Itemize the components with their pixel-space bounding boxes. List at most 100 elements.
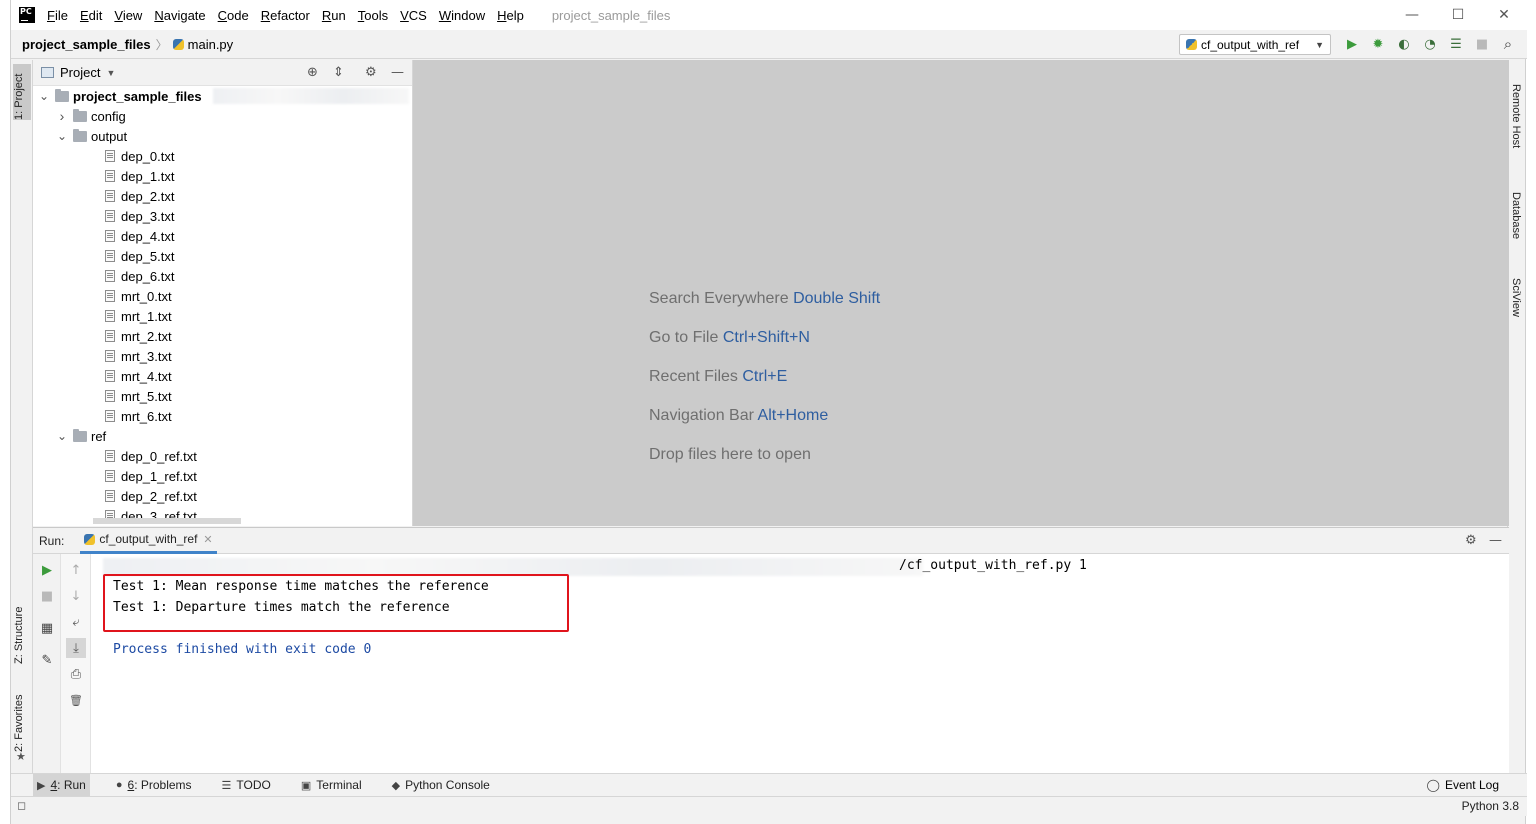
- search-everywhere-button[interactable]: ⌕: [1500, 35, 1516, 53]
- profile-button[interactable]: ◔: [1422, 36, 1438, 52]
- clear-all-button[interactable]: 🗑: [68, 692, 84, 708]
- close-button[interactable]: ✕: [1481, 0, 1527, 30]
- text-file-icon: [105, 210, 115, 222]
- stop-button[interactable]: ■: [1474, 36, 1490, 52]
- hint-drop-files: Drop files here to open: [649, 446, 811, 464]
- tree-file[interactable]: mrt_5.txt: [33, 386, 403, 406]
- bug-icon: ✹: [1372, 36, 1384, 52]
- rerun-button[interactable]: ▶: [39, 562, 55, 578]
- tree-item-label: dep_5.txt: [121, 248, 175, 264]
- run-button[interactable]: ▶: [1344, 36, 1360, 52]
- locate-icon[interactable]: ⊕: [307, 65, 318, 80]
- tree-folder-config[interactable]: › config: [33, 106, 403, 126]
- debug-button[interactable]: ✹: [1370, 36, 1386, 52]
- menu-item-edit[interactable]: Edit: [80, 8, 102, 23]
- run-configuration-select[interactable]: cf_output_with_ref ▼: [1179, 34, 1331, 55]
- minimize-button[interactable]: —: [1389, 0, 1435, 30]
- tab-sciview[interactable]: SciView: [1510, 278, 1522, 328]
- chevron-down-icon[interactable]: ⌄: [39, 89, 49, 103]
- tab-structure[interactable]: Z: Structure: [13, 582, 25, 664]
- window-controls: — ☐ ✕: [1389, 0, 1527, 30]
- close-icon: ✕: [1498, 7, 1510, 23]
- tree-file[interactable]: mrt_2.txt: [33, 326, 403, 346]
- soft-wrap-button[interactable]: ⤶: [68, 614, 84, 630]
- tree-file[interactable]: mrt_4.txt: [33, 366, 403, 386]
- tree-file[interactable]: mrt_0.txt: [33, 286, 403, 306]
- tool-window-mnemonic: 4: [50, 778, 58, 792]
- tool-windows-toggle-icon[interactable]: ◻: [17, 799, 26, 812]
- menu-item-run[interactable]: Run: [322, 8, 346, 23]
- tool-window-todo[interactable]: ☰ TODO: [218, 774, 275, 797]
- tab-remote-host[interactable]: Remote Host: [1510, 84, 1522, 164]
- tree-file[interactable]: mrt_6.txt: [33, 406, 403, 426]
- gear-icon[interactable]: ⚙: [365, 65, 377, 80]
- menu-item-code[interactable]: Code: [218, 8, 249, 23]
- chevron-right-icon[interactable]: ›: [57, 108, 67, 124]
- tree-item-label: dep_2_ref.txt: [121, 488, 197, 504]
- previous-occurrence-button[interactable]: ↑: [68, 562, 84, 578]
- close-icon[interactable]: ✕: [203, 533, 212, 546]
- tree-file[interactable]: dep_0_ref.txt: [33, 446, 403, 466]
- text-file-icon: [105, 170, 115, 182]
- next-occurrence-button[interactable]: ↓: [68, 588, 84, 604]
- python-icon: [84, 533, 96, 545]
- event-log-button[interactable]: ◯ Event Log: [1427, 778, 1499, 792]
- maximize-button[interactable]: ☐: [1435, 0, 1481, 30]
- menu-item-help[interactable]: Help: [497, 8, 524, 23]
- menu-item-navigate[interactable]: Navigate: [154, 8, 205, 23]
- layout-button[interactable]: ▦: [39, 620, 55, 636]
- tree-file[interactable]: dep_5.txt: [33, 246, 403, 266]
- tree-file[interactable]: dep_1_ref.txt: [33, 466, 403, 486]
- hide-panel-icon[interactable]: —: [391, 65, 404, 80]
- tree-item-label: dep_0.txt: [121, 148, 175, 164]
- chevron-down-icon[interactable]: ⌄: [57, 429, 67, 443]
- menu-item-vcs[interactable]: VCS: [400, 8, 427, 23]
- print-button[interactable]: ⎙: [68, 666, 84, 682]
- collapse-all-icon[interactable]: ⇕: [333, 65, 344, 80]
- tab-project[interactable]: 1: Project: [13, 64, 31, 120]
- menu-item-refactor[interactable]: Refactor: [261, 8, 310, 23]
- breadcrumb-project[interactable]: project_sample_files: [22, 37, 151, 52]
- tree-file[interactable]: dep_2.txt: [33, 186, 403, 206]
- tree-file[interactable]: dep_1.txt: [33, 166, 403, 186]
- text-file-icon: [105, 190, 115, 202]
- breadcrumb-file[interactable]: main.py: [172, 37, 233, 52]
- tab-favorites[interactable]: 2: Favorites: [13, 682, 25, 752]
- tree-folder-ref[interactable]: ⌄ ref: [33, 426, 403, 446]
- project-tree-horizontal-scrollbar[interactable]: [93, 518, 241, 524]
- tree-file[interactable]: mrt_3.txt: [33, 346, 403, 366]
- menu-label: ode: [227, 7, 249, 23]
- chevron-down-icon[interactable]: ⌄: [57, 129, 67, 143]
- scroll-to-end-button[interactable]: ⤓: [66, 638, 86, 658]
- tab-database[interactable]: Database: [1510, 192, 1522, 252]
- tool-window-run[interactable]: ▶ 4: Run: [33, 773, 90, 797]
- text-file-icon: [105, 250, 115, 262]
- tree-folder-output[interactable]: ⌄ output: [33, 126, 403, 146]
- tool-window-terminal[interactable]: ▣ Terminal: [297, 774, 366, 797]
- hide-panel-icon[interactable]: —: [1489, 533, 1502, 548]
- menu-item-tools[interactable]: Tools: [358, 8, 388, 23]
- tree-file[interactable]: dep_4.txt: [33, 226, 403, 246]
- tree-file[interactable]: dep_3.txt: [33, 206, 403, 226]
- gear-icon[interactable]: ⚙: [1465, 533, 1477, 548]
- tree-file[interactable]: mrt_1.txt: [33, 306, 403, 326]
- tree-item-label: mrt_6.txt: [121, 408, 172, 424]
- tree-file[interactable]: dep_2_ref.txt: [33, 486, 403, 506]
- menu-item-file[interactable]: File: [47, 8, 68, 23]
- tool-window-pythonconsole[interactable]: ◆ Python Console: [388, 774, 494, 797]
- stop-button[interactable]: ■: [39, 588, 55, 604]
- python-interpreter[interactable]: Python 3.8: [1462, 799, 1519, 813]
- tool-window-problems[interactable]: ● 6: Problems: [112, 774, 196, 797]
- tab-run-configuration[interactable]: cf_output_with_ref ✕: [80, 528, 217, 554]
- tree-file[interactable]: dep_0.txt: [33, 146, 403, 166]
- coverage-button[interactable]: ◐: [1396, 36, 1412, 52]
- tree-file[interactable]: dep_6.txt: [33, 266, 403, 286]
- build-button[interactable]: ☰: [1448, 36, 1464, 52]
- text-file-icon: [105, 390, 115, 402]
- project-view-selector[interactable]: Project ▼: [60, 65, 115, 80]
- pycharm-logo-icon[interactable]: PC: [19, 7, 35, 23]
- pin-tab-button[interactable]: ✎: [39, 652, 55, 668]
- menu-item-window[interactable]: Window: [439, 8, 485, 23]
- menu-label: indow: [451, 7, 486, 23]
- menu-item-view[interactable]: View: [114, 8, 142, 23]
